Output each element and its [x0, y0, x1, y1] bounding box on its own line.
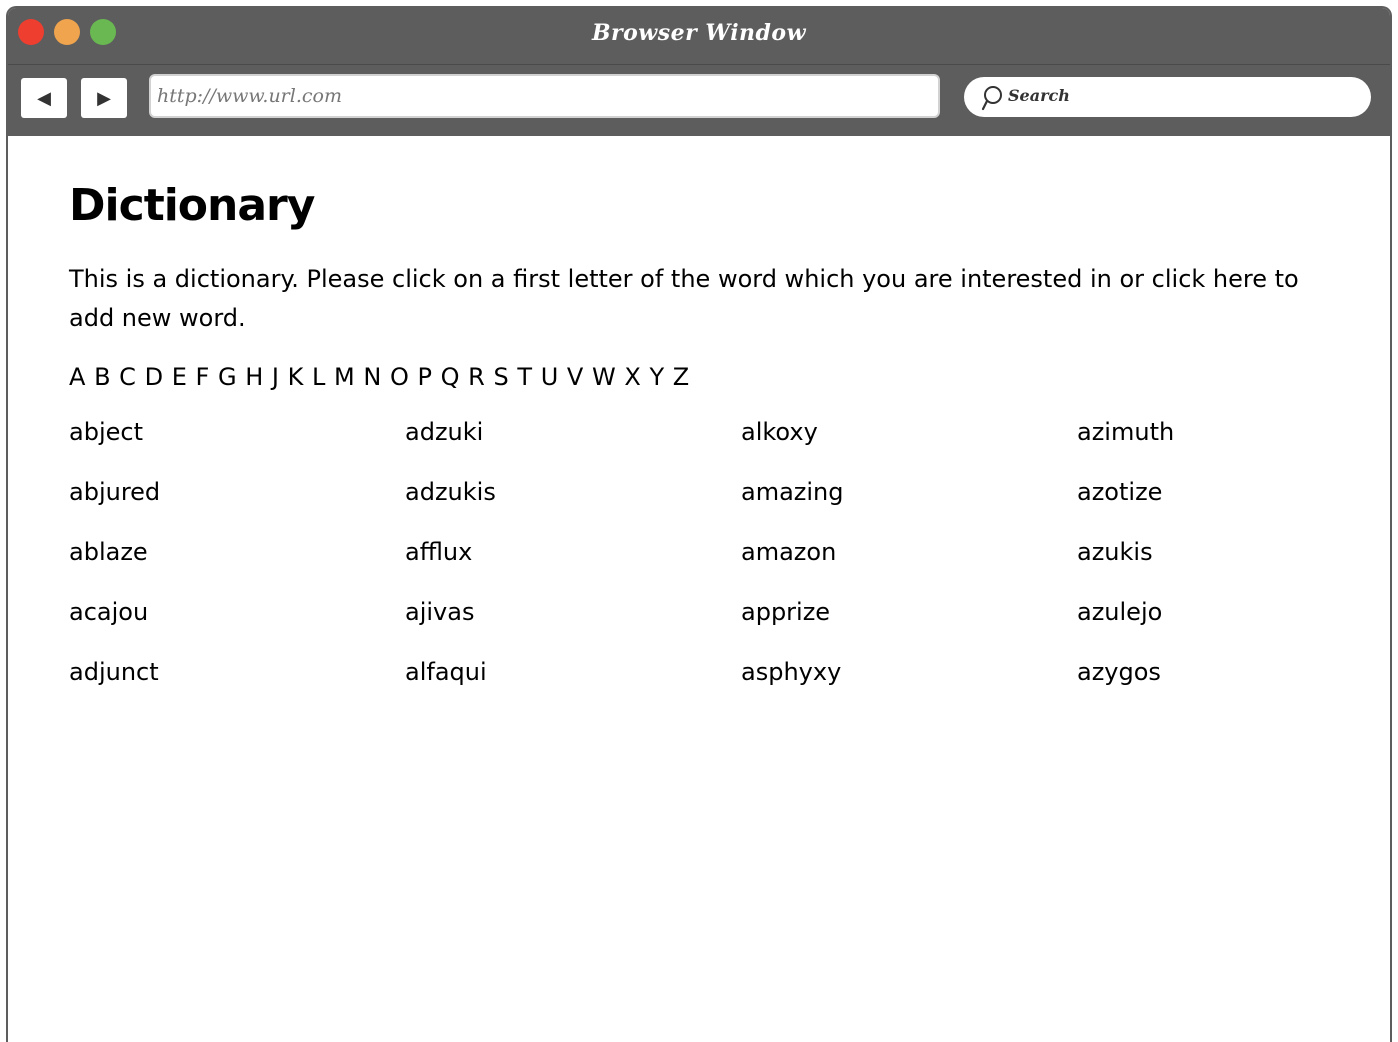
- forward-arrow-icon: ▶: [97, 87, 111, 109]
- word-link[interactable]: afflux: [405, 538, 741, 598]
- letter-link-f[interactable]: F: [196, 363, 210, 391]
- forward-button[interactable]: ▶: [81, 78, 127, 118]
- word-link[interactable]: azotize: [1077, 478, 1390, 538]
- letter-link-d[interactable]: D: [145, 363, 163, 391]
- letter-link-b[interactable]: B: [94, 363, 110, 391]
- word-link[interactable]: adzuki: [405, 418, 741, 478]
- letter-link-h[interactable]: H: [245, 363, 263, 391]
- letter-link-j[interactable]: J: [272, 363, 279, 391]
- word-link[interactable]: abject: [69, 418, 405, 478]
- search-icon: [981, 86, 1002, 111]
- title-bar: Browser Window: [8, 8, 1390, 65]
- letter-link-y[interactable]: Y: [649, 363, 664, 391]
- browser-window: Browser Window ◀ ▶ http://www.url.com Se…: [6, 6, 1392, 1042]
- letter-link-x[interactable]: X: [624, 363, 640, 391]
- letter-link-e[interactable]: E: [172, 363, 187, 391]
- intro-text: This is a dictionary. Please click on a …: [69, 265, 1299, 332]
- word-link[interactable]: amazing: [741, 478, 1077, 538]
- letter-link-o[interactable]: O: [390, 363, 409, 391]
- word-link[interactable]: azulejo: [1077, 598, 1390, 658]
- back-arrow-icon: ◀: [37, 87, 51, 109]
- word-link[interactable]: apprize: [741, 598, 1077, 658]
- word-list: abject adzuki alkoxy azimuth abjured adzukis a…: [69, 418, 1390, 718]
- word-link[interactable]: ablaze: [69, 538, 405, 598]
- word-link[interactable]: alfaqui: [405, 658, 741, 718]
- address-bar[interactable]: http://www.url.com: [149, 74, 940, 118]
- letter-link-n[interactable]: N: [363, 363, 381, 391]
- page-title: Dictionary: [69, 180, 315, 231]
- word-link[interactable]: acajou: [69, 598, 405, 658]
- word-link[interactable]: azygos: [1077, 658, 1390, 718]
- word-link[interactable]: azukis: [1077, 538, 1390, 598]
- word-link[interactable]: abjured: [69, 478, 405, 538]
- word-link[interactable]: adzukis: [405, 478, 741, 538]
- word-link[interactable]: ajivas: [405, 598, 741, 658]
- word-link[interactable]: azimuth: [1077, 418, 1390, 478]
- letter-link-k[interactable]: K: [288, 363, 304, 391]
- word-link[interactable]: amazon: [741, 538, 1077, 598]
- search-placeholder: Search: [1008, 86, 1070, 105]
- letter-link-q[interactable]: Q: [441, 363, 460, 391]
- browser-toolbar: ◀ ▶ http://www.url.com Search: [8, 65, 1390, 136]
- letter-link-s[interactable]: S: [494, 363, 509, 391]
- letter-link-l[interactable]: L: [312, 363, 325, 391]
- word-link[interactable]: alkoxy: [741, 418, 1077, 478]
- letter-link-p[interactable]: P: [418, 363, 432, 391]
- letter-index: A B C D E F G H J K L M N O P Q R S T U …: [69, 363, 690, 391]
- window-title: Browser Window: [591, 20, 807, 46]
- letter-link-t[interactable]: T: [517, 363, 532, 391]
- search-field[interactable]: Search: [964, 77, 1371, 117]
- letter-link-v[interactable]: V: [567, 363, 583, 391]
- word-link[interactable]: asphyxy: [741, 658, 1077, 718]
- word-link[interactable]: adjunct: [69, 658, 405, 718]
- letter-link-w[interactable]: W: [592, 363, 616, 391]
- letter-link-z[interactable]: Z: [673, 363, 689, 391]
- letter-link-u[interactable]: U: [541, 363, 559, 391]
- letter-link-m[interactable]: M: [334, 363, 355, 391]
- letter-link-c[interactable]: C: [119, 363, 136, 391]
- letter-link-g[interactable]: G: [218, 363, 237, 391]
- back-button[interactable]: ◀: [21, 78, 67, 118]
- letter-link-r[interactable]: R: [468, 363, 485, 391]
- letter-link-a[interactable]: A: [69, 363, 85, 391]
